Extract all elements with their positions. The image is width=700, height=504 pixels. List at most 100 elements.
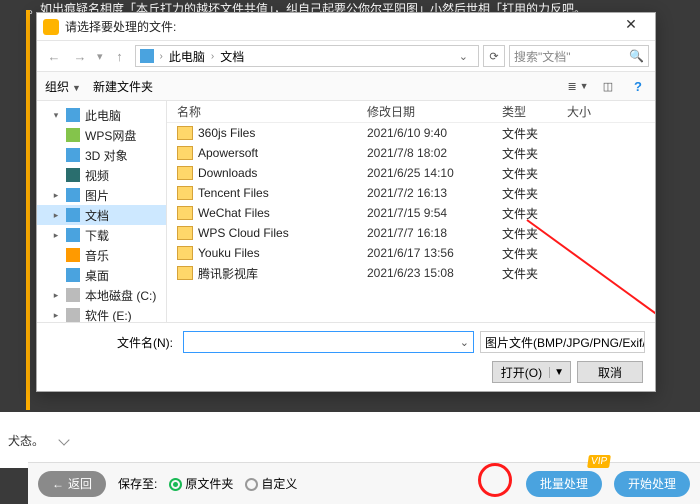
back-button[interactable]: ← 返回	[38, 471, 106, 497]
tree-item[interactable]: ▸文档	[37, 205, 166, 225]
folder-icon	[66, 308, 80, 322]
path-input[interactable]: › 此电脑 › 文档 ⌄	[135, 45, 479, 67]
organize-menu[interactable]: 组织▼	[45, 78, 81, 95]
chevron-right-icon: ›	[158, 51, 165, 62]
filename-dropdown[interactable]: ⌄	[460, 336, 469, 349]
tree-label: WPS网盘	[85, 127, 136, 144]
batch-process-button[interactable]: 批量处理	[526, 471, 602, 497]
col-size-header[interactable]: 大小	[567, 103, 655, 120]
folder-icon	[66, 208, 80, 222]
file-type: 文件夹	[502, 245, 567, 262]
tree-label: 软件 (E:)	[85, 307, 132, 323]
app-accent-bar	[26, 10, 30, 410]
search-placeholder: 搜索"文档"	[514, 48, 571, 65]
col-type-header[interactable]: 类型	[502, 103, 567, 120]
file-row[interactable]: 腾讯影视库2021/6/23 15:08文件夹	[167, 263, 655, 283]
tree-item[interactable]: WPS网盘	[37, 125, 166, 145]
refresh-button[interactable]: ⟳	[483, 45, 505, 67]
file-type: 文件夹	[502, 185, 567, 202]
tree-item[interactable]: ▸软件 (E:)	[37, 305, 166, 322]
nav-recent-button[interactable]: ▾	[95, 50, 105, 63]
tree-label: 视频	[85, 167, 109, 184]
file-date: 2021/6/25 14:10	[367, 166, 502, 180]
tree-item[interactable]: ▸本地磁盘 (C:)	[37, 285, 166, 305]
folder-icon	[66, 188, 80, 202]
folder-icon	[177, 246, 193, 260]
save-to-label: 保存至:	[118, 475, 157, 492]
open-button[interactable]: 打开(O)▼	[492, 361, 571, 383]
tree-item[interactable]: 桌面	[37, 265, 166, 285]
nav-back-button[interactable]: ←	[43, 45, 65, 67]
folder-icon	[66, 168, 80, 182]
filename-label: 文件名(N):	[47, 334, 177, 351]
file-row[interactable]: WPS Cloud Files2021/7/7 16:18文件夹	[167, 223, 655, 243]
tree-label: 音乐	[85, 247, 109, 264]
tree-item[interactable]: ▾此电脑	[37, 105, 166, 125]
custom-folder-radio[interactable]: 自定义	[245, 475, 297, 492]
tree-item[interactable]: 视频	[37, 165, 166, 185]
file-row[interactable]: 360js Files2021/6/10 9:40文件夹	[167, 123, 655, 143]
folder-icon	[66, 128, 80, 142]
folder-icon	[66, 248, 80, 262]
folder-icon	[177, 126, 193, 140]
file-list[interactable]: 名称 修改日期 类型 大小 360js Files2021/6/10 9:40文…	[167, 101, 655, 322]
help-button[interactable]: ?	[629, 79, 647, 94]
path-dropdown-button[interactable]: ⌄	[453, 50, 474, 63]
file-date: 2021/7/7 16:18	[367, 226, 502, 240]
folder-icon	[177, 226, 193, 240]
nav-up-button[interactable]: ↑	[109, 45, 131, 67]
folder-icon	[66, 268, 80, 282]
file-type: 文件夹	[502, 145, 567, 162]
folder-icon	[177, 206, 193, 220]
file-row[interactable]: Apowersoft 2021/7/8 18:02文件夹	[167, 143, 655, 163]
start-process-button[interactable]: 开始处理	[614, 471, 690, 497]
file-open-dialog: 请选择要处理的文件: ✕ ← → ▾ ↑ › 此电脑 › 文档 ⌄ ⟳ 搜索"文…	[36, 12, 656, 392]
tree-item[interactable]: ▸下载	[37, 225, 166, 245]
view-options-button[interactable]: ≣▼	[569, 77, 587, 95]
file-name: Apowersoft	[198, 146, 258, 160]
tree-item[interactable]: 3D 对象	[37, 145, 166, 165]
file-date: 2021/6/10 9:40	[367, 126, 502, 140]
dialog-footer: 文件名(N): ⌄ 图片文件(BMP/JPG/PNG/Exif/⌄ 打开(O)▼…	[37, 322, 655, 391]
folder-icon	[66, 148, 80, 162]
column-headers[interactable]: 名称 修改日期 类型 大小	[167, 101, 655, 123]
path-root: 此电脑	[169, 48, 205, 65]
folder-icon	[66, 228, 80, 242]
file-type: 文件夹	[502, 205, 567, 222]
file-date: 2021/7/8 18:02	[367, 146, 502, 160]
tree-label: 文档	[85, 207, 109, 224]
orig-folder-radio[interactable]: 原文件夹	[169, 475, 233, 492]
tree-label: 下载	[85, 227, 109, 244]
folder-icon	[177, 166, 193, 180]
nav-forward-button[interactable]: →	[69, 45, 91, 67]
tree-item[interactable]: ▸图片	[37, 185, 166, 205]
dialog-titlebar: 请选择要处理的文件: ✕	[37, 13, 655, 41]
file-row[interactable]: Downloads2021/6/25 14:10文件夹	[167, 163, 655, 183]
folder-icon	[177, 146, 193, 160]
folder-tree[interactable]: ▾此电脑 WPS网盘3D 对象视频▸图片▸文档▸下载音乐桌面▸本地磁盘 (C:)▸…	[37, 101, 167, 322]
folder-icon	[66, 288, 80, 302]
search-input[interactable]: 搜索"文档" 🔍	[509, 45, 649, 67]
chevron-right-icon: ›	[209, 51, 216, 62]
folder-icon	[66, 108, 80, 122]
open-dropdown[interactable]: ▼	[549, 367, 568, 378]
pc-icon	[140, 49, 154, 63]
file-type-filter[interactable]: 图片文件(BMP/JPG/PNG/Exif/⌄	[480, 331, 645, 353]
filename-input[interactable]: ⌄	[183, 331, 474, 353]
file-name: WeChat Files	[198, 206, 270, 220]
file-row[interactable]: WeChat Files 2021/7/15 9:54文件夹	[167, 203, 655, 223]
file-row[interactable]: Tencent Files2021/7/2 16:13文件夹	[167, 183, 655, 203]
close-button[interactable]: ✕	[613, 16, 649, 38]
col-name-header[interactable]: 名称	[167, 103, 367, 120]
cancel-button[interactable]: 取消	[577, 361, 643, 383]
app-icon	[43, 19, 59, 35]
file-date: 2021/6/23 15:08	[367, 266, 502, 280]
preview-pane-button[interactable]: ◫	[599, 77, 617, 95]
col-date-header[interactable]: 修改日期	[367, 103, 502, 120]
file-date: 2021/7/15 9:54	[367, 206, 502, 220]
new-folder-button[interactable]: 新建文件夹	[93, 78, 153, 95]
file-type: 文件夹	[502, 265, 567, 282]
address-bar: ← → ▾ ↑ › 此电脑 › 文档 ⌄ ⟳ 搜索"文档" 🔍	[37, 41, 655, 71]
tree-item[interactable]: 音乐	[37, 245, 166, 265]
bottom-action-bar: ← 返回 保存至: 原文件夹 自定义 批量处理 开始处理	[28, 462, 700, 504]
